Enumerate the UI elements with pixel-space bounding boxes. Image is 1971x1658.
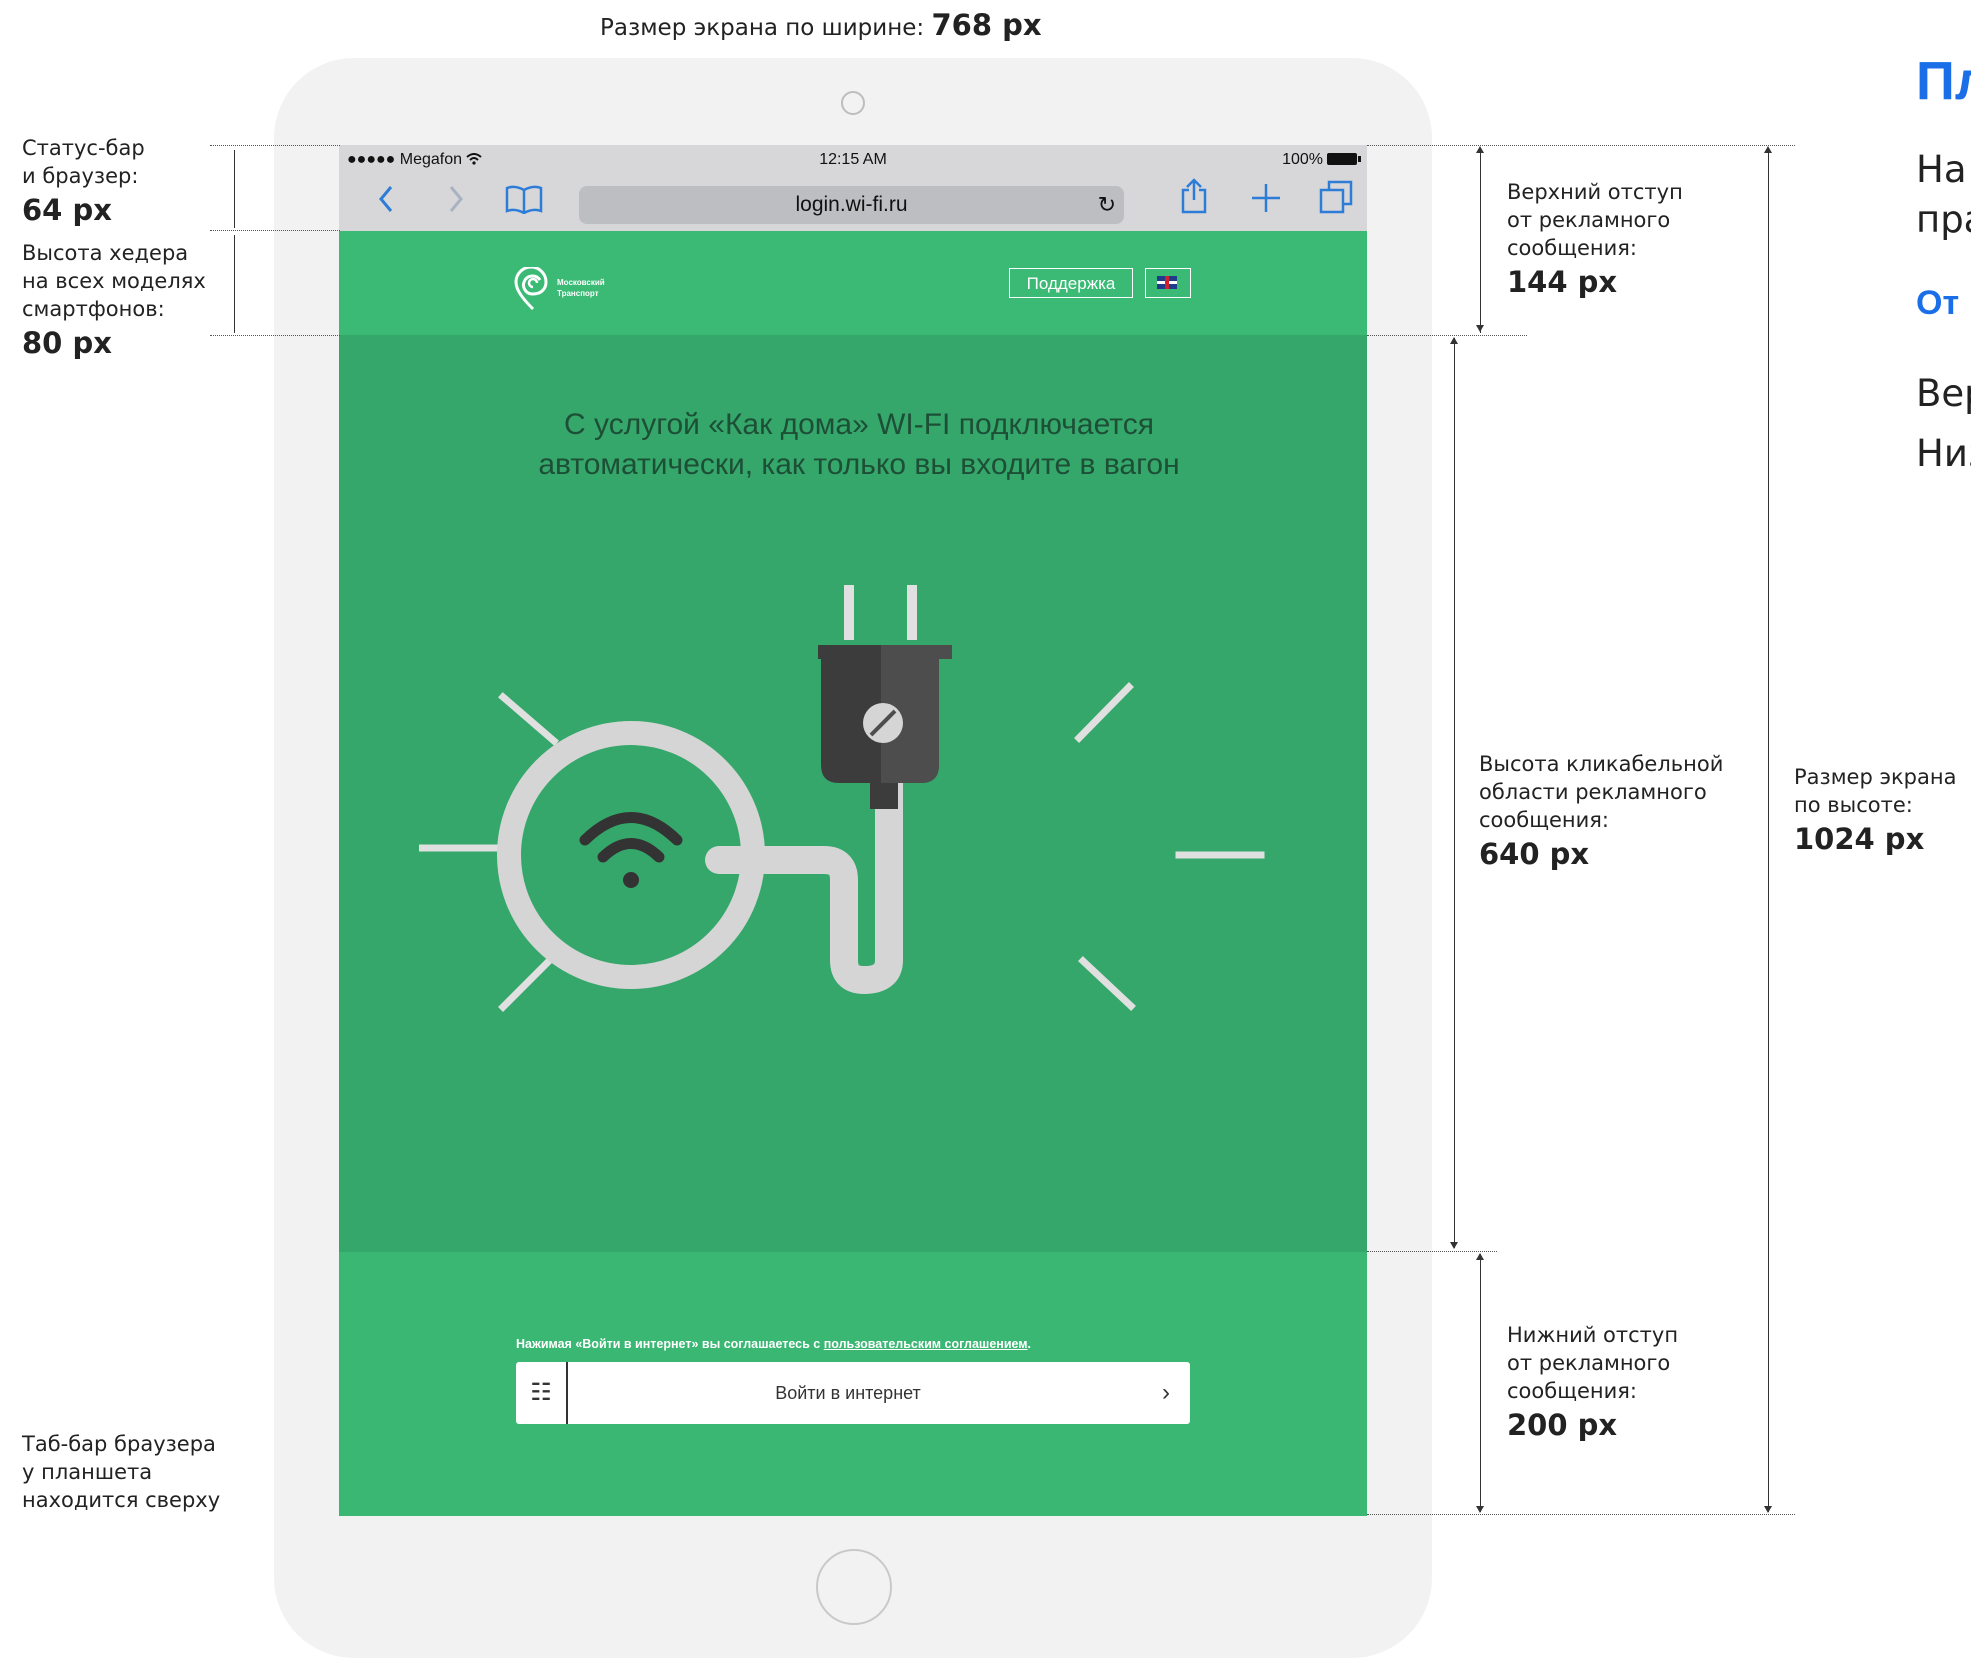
logo[interactable]: Московский Транспорт [513, 265, 605, 316]
ad-text: С услугой «Как дома» WI-FI подключается … [538, 408, 1180, 481]
login-button-label: Войти в интернет [775, 1383, 921, 1403]
share-icon[interactable] [1169, 175, 1219, 231]
address-bar[interactable]: login.wi-fi.ru ↻ [579, 186, 1124, 224]
bottom-offset-note: Нижний отступ от рекламного сообщения: 2… [1507, 1323, 1679, 1442]
measure-line [1454, 338, 1455, 1248]
screen-width-label: Размер экрана по ширине: 768 px [600, 8, 1042, 42]
ad-banner[interactable]: С услугой «Как дома» WI-FI подключается … [339, 335, 1367, 1252]
guide-line [1367, 145, 1795, 146]
section-heading: Пл [1916, 51, 1971, 111]
home-button[interactable] [816, 1549, 892, 1625]
header-height-note: Высота хедера на всех моделях смартфонов… [22, 241, 206, 360]
agreement-link[interactable]: пользовательским соглашением [824, 1337, 1028, 1351]
guide-line [210, 230, 340, 231]
camera-icon [841, 91, 865, 115]
top-offset-note: Верхний отступ от рекламного сообщения: … [1507, 180, 1683, 299]
screen-height-note: Размер экрана по высоте: 1024 px [1794, 765, 1957, 856]
guide-line [210, 145, 340, 146]
add-tab-icon[interactable] [1241, 175, 1291, 231]
tablet-screen: ●●●●● Megafon 12:15 AM 100% login.wi-fi.… [339, 145, 1367, 1516]
guide-line [1367, 335, 1527, 336]
guide-line [1367, 1251, 1497, 1252]
forward-icon[interactable] [431, 175, 481, 231]
subheading: От [1916, 284, 1960, 322]
url-text: login.wi-fi.ru [795, 193, 908, 216]
clickable-area-note: Высота кликабельной области рекламного с… [1479, 752, 1724, 871]
tabs-icon[interactable] [1311, 175, 1361, 231]
site-header: Московский Транспорт Поддержка [339, 231, 1367, 335]
plug-icon [419, 585, 1265, 1012]
uk-flag-icon [1157, 276, 1177, 289]
reload-icon[interactable]: ↻ [1098, 186, 1116, 224]
language-switch[interactable] [1145, 268, 1191, 298]
login-button[interactable]: ☷ Войти в интернет › [516, 1362, 1190, 1424]
bookmarks-icon[interactable] [499, 175, 549, 231]
logo-icon [514, 265, 548, 311]
body-text: На [1916, 148, 1967, 191]
browser-toolbar: login.wi-fi.ru ↻ [339, 175, 1367, 231]
status-bar: ●●●●● Megafon 12:15 AM 100% [339, 145, 1367, 175]
clock: 12:15 AM [819, 151, 887, 168]
chevron-right-icon: › [1162, 1379, 1170, 1406]
battery-icon [1327, 153, 1361, 165]
status-bar-note: Статус-бар и браузер: 64 px [22, 136, 145, 227]
measure-line [1768, 148, 1769, 1512]
body-text: пра [1916, 198, 1971, 241]
measure-line [1480, 1254, 1481, 1512]
battery-status: 100% [1282, 151, 1361, 169]
back-icon[interactable] [361, 175, 411, 231]
body-text: Вер [1916, 372, 1971, 415]
body-text: Низ [1916, 432, 1971, 475]
measure-line [1480, 148, 1481, 333]
cart-icon: ☷ [516, 1362, 568, 1424]
support-button[interactable]: Поддержка [1009, 268, 1133, 298]
footer: Нажимая «Войти в интернет» вы соглашаете… [339, 1252, 1367, 1516]
guide-line [210, 335, 340, 336]
measure-line [234, 235, 235, 333]
measure-line [234, 150, 235, 228]
agreement-text: Нажимая «Войти в интернет» вы соглашаете… [516, 1337, 1032, 1351]
tab-bar-note: Таб-бар браузера у планшета находится св… [22, 1432, 221, 1512]
guide-line [1367, 1514, 1795, 1515]
